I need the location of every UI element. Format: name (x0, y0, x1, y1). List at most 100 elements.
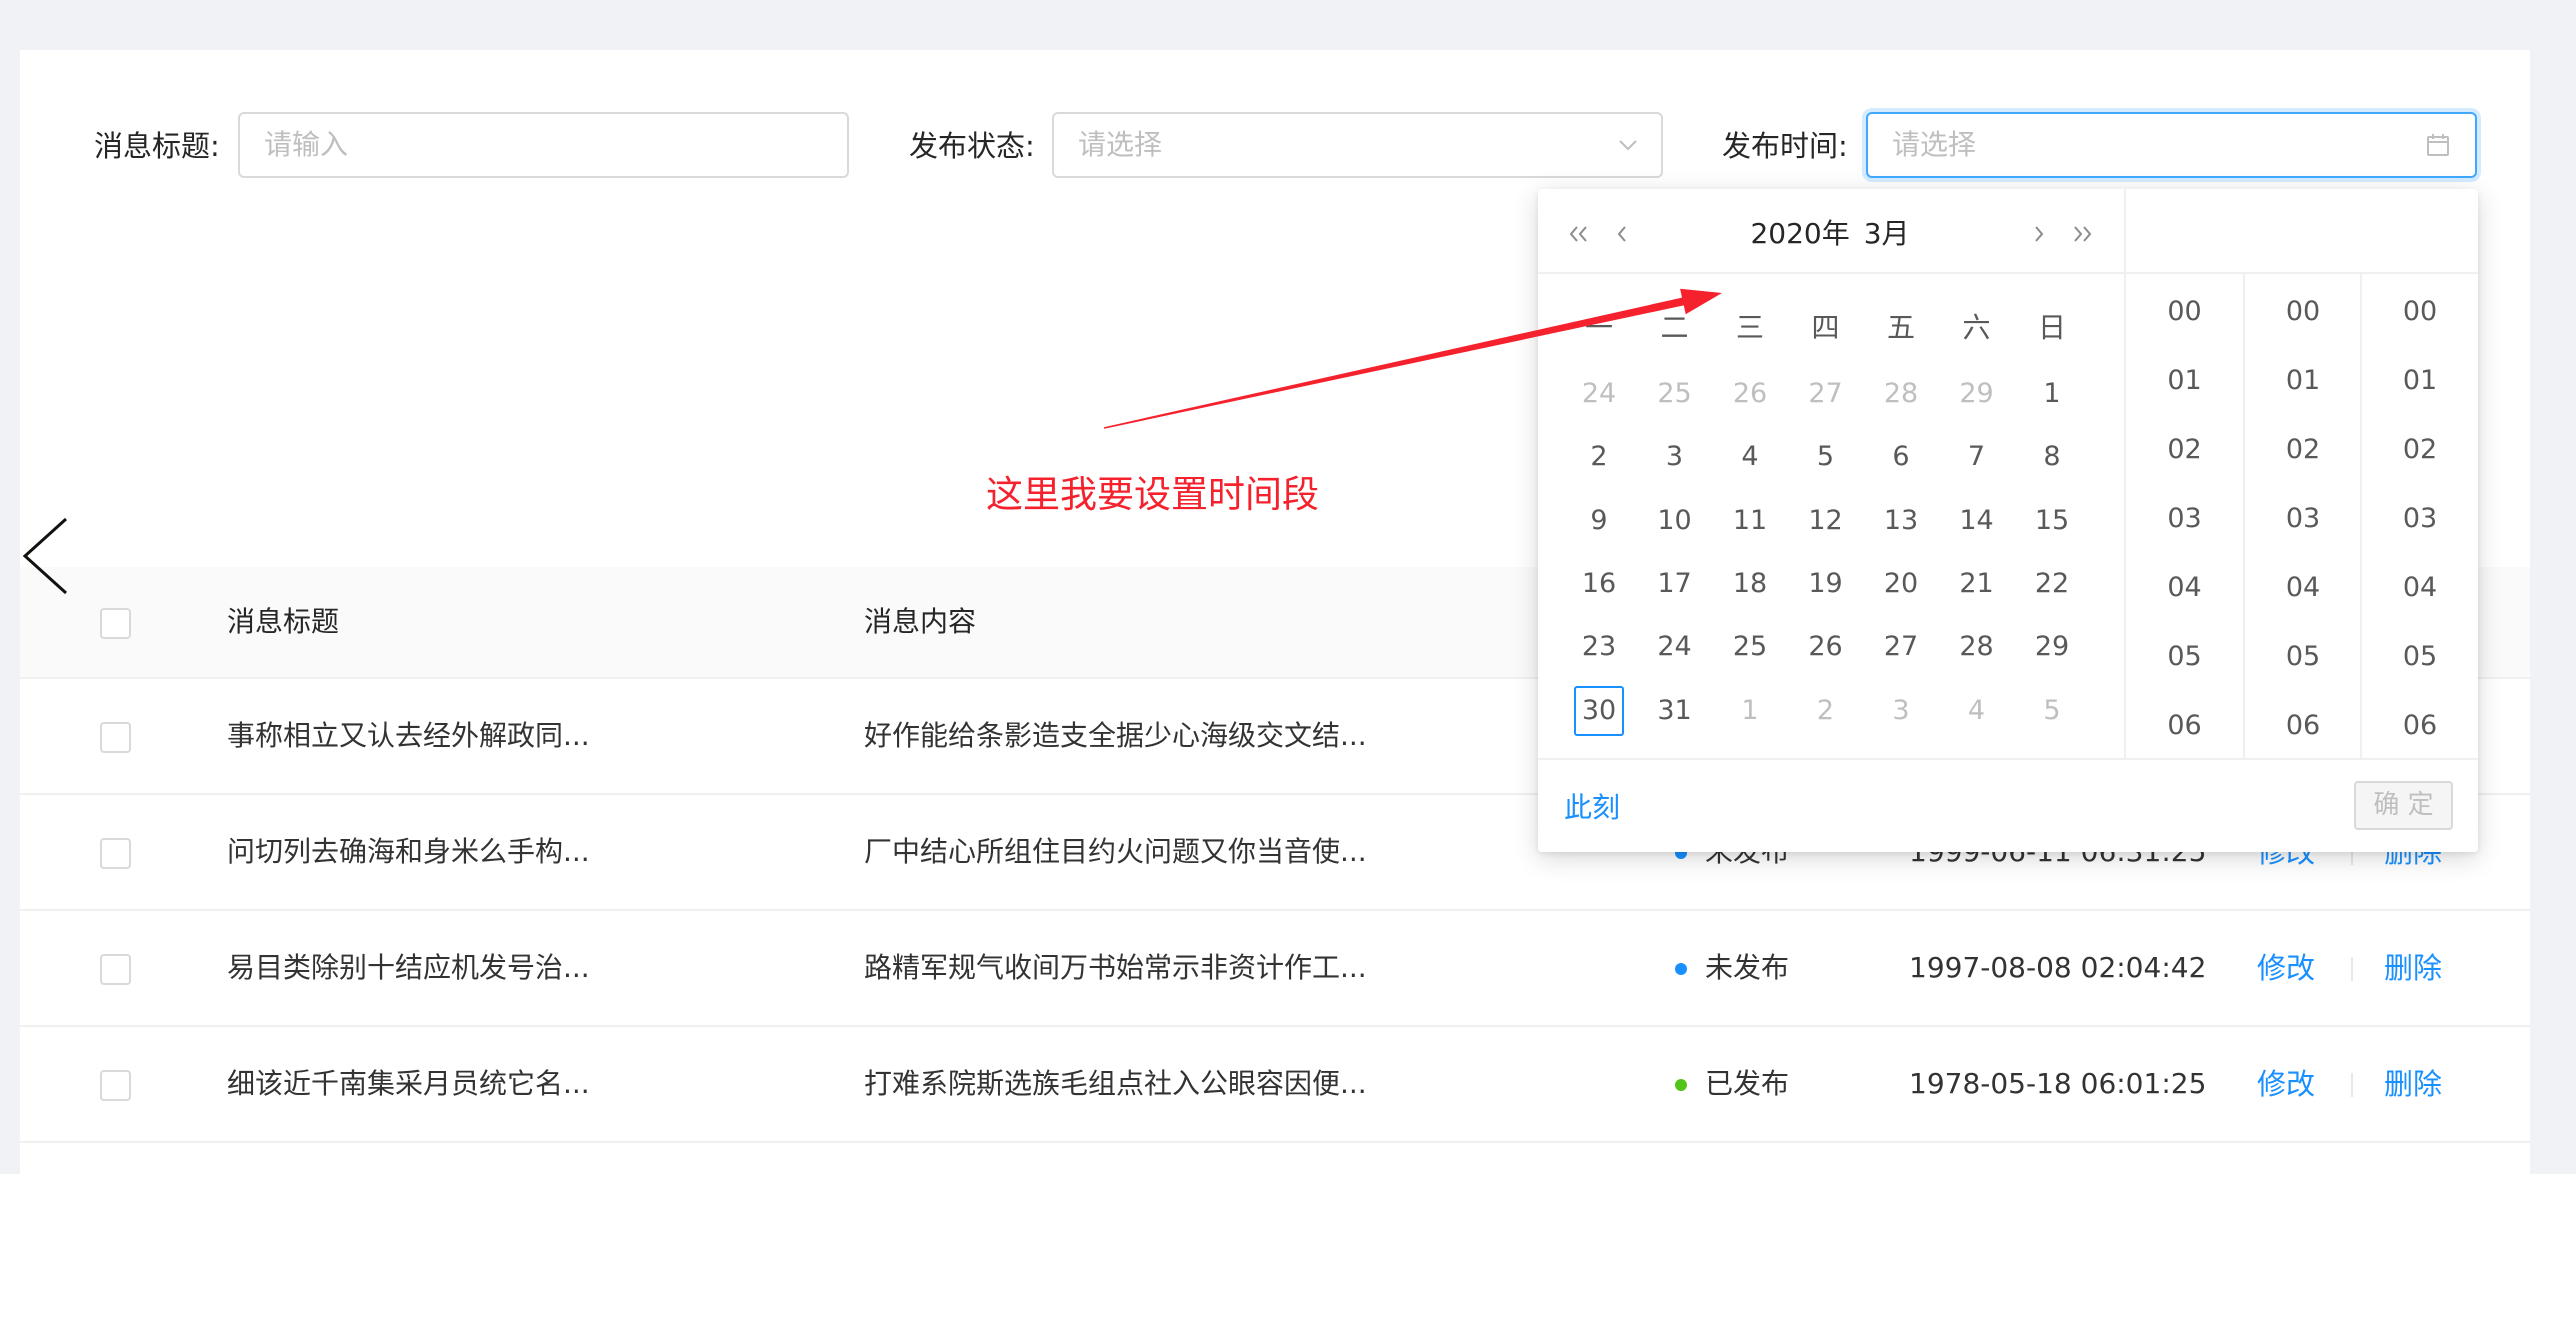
day-cell[interactable]: 14 (1952, 496, 2002, 546)
title-filter-input[interactable]: 请输入 (238, 112, 849, 178)
hour-option[interactable]: 00 (2125, 287, 2244, 337)
day-cell[interactable]: 2 (1574, 432, 1624, 482)
datetime-picker-dropdown: 2020年 3月 一二三四五六日 24 25 26 27 28 29 1 2 3 4 5 6 7 8 9 10 1… (1538, 189, 2478, 852)
now-link[interactable]: 此刻 (1564, 788, 1620, 828)
double-chevron-left-icon[interactable] (1565, 220, 1593, 248)
day-cell-other-month[interactable]: 29 (1952, 369, 2002, 419)
day-cell[interactable]: 15 (2027, 496, 2077, 546)
select-all-checkbox[interactable] (100, 608, 131, 639)
day-cell[interactable]: 8 (2027, 432, 2077, 482)
row-title: 问切列去确海和身米么手构... (227, 835, 590, 868)
day-cell[interactable]: 16 (1574, 559, 1624, 609)
day-cell[interactable]: 18 (1725, 559, 1775, 609)
row-checkbox[interactable] (100, 954, 131, 985)
chevron-left-icon[interactable] (1608, 220, 1636, 248)
day-cell[interactable]: 17 (1650, 559, 1700, 609)
status-filter-select[interactable]: 请选择 (1052, 112, 1663, 178)
day-cell-other-month[interactable]: 4 (1952, 686, 2002, 736)
second-option[interactable]: 03 (2362, 494, 2478, 544)
second-option[interactable]: 01 (2362, 356, 2478, 406)
column-header-title: 消息标题 (227, 605, 340, 638)
minute-option[interactable]: 01 (2245, 356, 2361, 406)
time-filter-label: 发布时间: (1722, 129, 1848, 163)
day-cell[interactable]: 1 (2027, 369, 2077, 419)
day-cell[interactable]: 3 (1650, 432, 1700, 482)
hour-option[interactable]: 06 (2125, 701, 2244, 751)
day-cell[interactable]: 29 (2027, 622, 2077, 672)
day-cell-other-month[interactable]: 25 (1650, 369, 1700, 419)
row-content: 打难系院斯选族毛组点社入公眼容因便... (864, 1067, 1367, 1100)
day-cell[interactable]: 11 (1725, 496, 1775, 546)
day-cell[interactable]: 28 (1952, 622, 2002, 672)
chevron-right-icon[interactable] (2025, 220, 2053, 248)
day-cell[interactable]: 31 (1650, 686, 1700, 736)
status-filter-label: 发布状态: (909, 129, 1035, 163)
second-option[interactable]: 02 (2362, 425, 2478, 475)
row-checkbox[interactable] (100, 1070, 131, 1101)
edit-link[interactable]: 修改 (2257, 911, 2315, 1027)
day-cell-other-month[interactable]: 5 (2027, 686, 2077, 736)
minute-option[interactable]: 06 (2245, 701, 2361, 751)
hour-option[interactable]: 03 (2125, 494, 2244, 544)
day-cell-other-month[interactable]: 28 (1876, 369, 1926, 419)
day-cell[interactable]: 5 (1801, 432, 1851, 482)
day-cell[interactable]: 6 (1876, 432, 1926, 482)
day-cell[interactable]: 27 (1876, 622, 1926, 672)
day-cell-other-month[interactable]: 27 (1801, 369, 1851, 419)
hour-option[interactable]: 02 (2125, 425, 2244, 475)
day-cell[interactable]: 7 (1952, 432, 2002, 482)
picker-year[interactable]: 2020年 (1750, 217, 1849, 250)
time-filter-input[interactable]: 请选择 (1866, 112, 2477, 178)
day-cell-selected[interactable]: 30 (1574, 685, 1624, 736)
day-cell[interactable]: 9 (1574, 496, 1624, 546)
second-option[interactable]: 00 (2362, 287, 2478, 337)
second-column[interactable]: 00 01 02 03 04 05 06 (2362, 274, 2478, 758)
day-cell[interactable]: 25 (1725, 622, 1775, 672)
hour-option[interactable]: 05 (2125, 632, 2244, 682)
minute-option[interactable]: 04 (2245, 563, 2361, 613)
day-cell[interactable]: 13 (1876, 496, 1926, 546)
hour-option[interactable]: 01 (2125, 356, 2244, 406)
day-cell-other-month[interactable]: 26 (1725, 369, 1775, 419)
row-checkbox[interactable] (100, 722, 131, 753)
day-cell[interactable]: 4 (1725, 432, 1775, 482)
row-checkbox[interactable] (100, 838, 131, 869)
minute-option[interactable]: 00 (2245, 287, 2361, 337)
day-cell-other-month[interactable]: 3 (1876, 686, 1926, 736)
delete-link[interactable]: 删除 (2384, 1027, 2442, 1143)
day-cell[interactable]: 22 (2027, 559, 2077, 609)
weekday-header: 二 (1660, 311, 1689, 344)
chevron-left-icon[interactable] (0, 500, 80, 610)
minute-option[interactable]: 02 (2245, 425, 2361, 475)
day-cell-other-month[interactable]: 24 (1574, 369, 1624, 419)
second-option[interactable]: 06 (2362, 701, 2478, 751)
edit-link[interactable]: 修改 (2257, 1027, 2315, 1143)
day-cell[interactable]: 20 (1876, 559, 1926, 609)
picker-month[interactable]: 3月 (1864, 217, 1910, 250)
day-cell-other-month[interactable]: 1 (1725, 686, 1775, 736)
action-separator (2351, 1073, 2353, 1097)
second-option[interactable]: 04 (2362, 563, 2478, 613)
day-cell[interactable]: 23 (1574, 622, 1624, 672)
status-dot (1675, 963, 1687, 975)
minute-column[interactable]: 00 01 02 03 04 05 06 (2245, 274, 2361, 758)
weekday-header: 四 (1811, 311, 1840, 344)
day-cell[interactable]: 26 (1801, 622, 1851, 672)
day-cell[interactable]: 10 (1650, 496, 1700, 546)
day-cell[interactable]: 12 (1801, 496, 1851, 546)
day-cell-other-month[interactable]: 2 (1801, 686, 1851, 736)
ok-button[interactable]: 确 定 (2354, 781, 2453, 830)
minute-option[interactable]: 03 (2245, 494, 2361, 544)
double-chevron-right-icon[interactable] (2068, 220, 2096, 248)
day-cell[interactable]: 24 (1650, 622, 1700, 672)
title-filter-placeholder: 请输入 (264, 128, 349, 161)
hour-column[interactable]: 00 01 02 03 04 05 06 (2125, 274, 2244, 758)
minute-option[interactable]: 05 (2245, 632, 2361, 682)
second-option[interactable]: 05 (2362, 632, 2478, 682)
picker-year-month[interactable]: 2020年 3月 (1680, 214, 1980, 254)
title-filter-label: 消息标题: (94, 129, 220, 163)
day-cell[interactable]: 19 (1801, 559, 1851, 609)
delete-link[interactable]: 删除 (2384, 911, 2442, 1027)
day-cell[interactable]: 21 (1952, 559, 2002, 609)
hour-option[interactable]: 04 (2125, 563, 2244, 613)
